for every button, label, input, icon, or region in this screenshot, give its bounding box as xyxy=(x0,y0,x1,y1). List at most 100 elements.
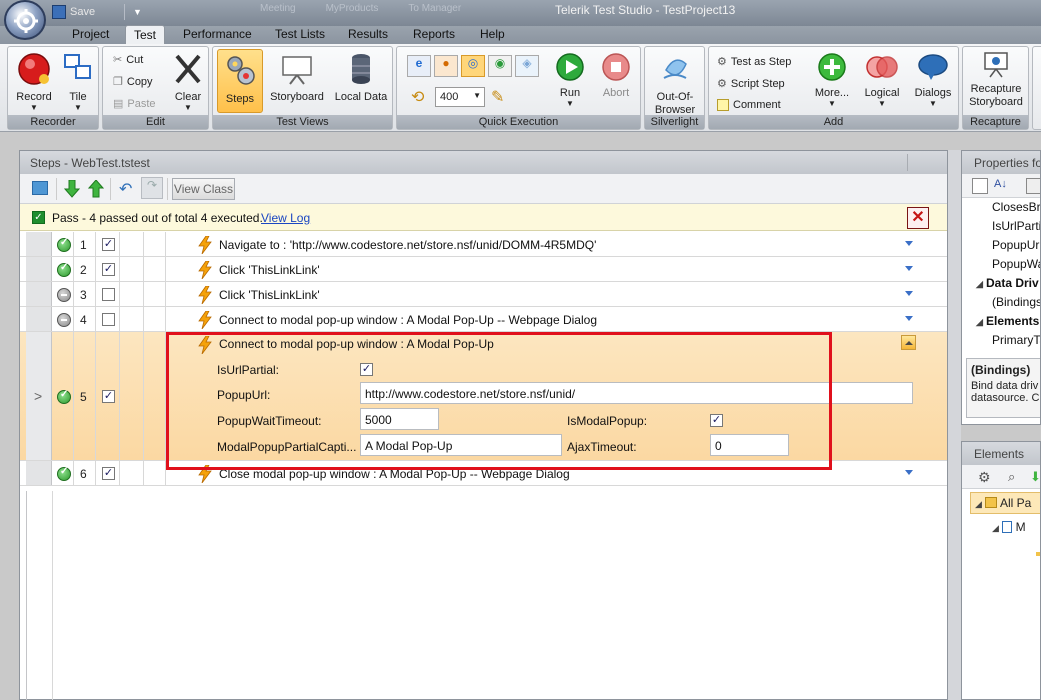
gear-icon[interactable]: ⚙ xyxy=(978,469,991,486)
tile-label: Tile xyxy=(69,91,87,103)
property-row[interactable]: ClosesBro xyxy=(962,198,1040,217)
property-row[interactable]: (Bindings xyxy=(962,293,1040,312)
tile-button[interactable]: Tile ▼ xyxy=(60,52,96,112)
step-row[interactable]: 4 Connect to modal pop-up window : A Mod… xyxy=(20,307,947,332)
move-down-icon[interactable] xyxy=(64,180,80,198)
silverlight-browser-icon[interactable]: ◈ xyxy=(515,55,539,77)
property-row[interactable]: PrimaryTa xyxy=(962,331,1040,350)
view-log-link[interactable]: View Log xyxy=(261,211,310,225)
step-enabled-checkbox[interactable] xyxy=(102,313,115,326)
step-enabled-checkbox[interactable]: ✓ xyxy=(102,263,115,276)
step-row-expanded[interactable]: > 5 ✓ Connect to modal pop-up window : A… xyxy=(20,332,947,461)
ie-browser-icon[interactable]: e xyxy=(407,55,431,77)
tree-node-all-pages[interactable]: ◢ All Pa xyxy=(970,492,1040,514)
step-row[interactable]: 2 ✓ Click 'ThisLinkLink' xyxy=(20,257,947,282)
steps-view-button[interactable]: Steps xyxy=(217,49,263,113)
step-row[interactable]: 3 Click 'ThisLinkLink' xyxy=(20,282,947,307)
step-number: 4 xyxy=(80,313,87,327)
quick-access-toolbar: Save ▼ xyxy=(52,2,142,22)
cut-button[interactable]: ✂ Cut xyxy=(113,53,143,67)
chrome-browser-icon[interactable]: ◉ xyxy=(488,55,512,77)
property-category[interactable]: ◢ Data Driv xyxy=(962,274,1040,293)
lightning-icon xyxy=(198,336,212,354)
silverlight-icon xyxy=(663,59,687,79)
step-enabled-checkbox[interactable]: ✓ xyxy=(102,390,115,403)
step-enabled-checkbox[interactable] xyxy=(102,288,115,301)
clear-button[interactable]: Clear ▼ xyxy=(171,52,205,112)
record-button[interactable]: Record ▼ xyxy=(13,52,55,112)
property-row[interactable]: IsUrlParti xyxy=(962,217,1040,236)
qat-dropdown-icon[interactable]: ▼ xyxy=(133,7,142,17)
abort-button[interactable]: Abort xyxy=(595,52,637,99)
search-icon[interactable]: ⌕ xyxy=(1008,469,1015,485)
app-menu-button[interactable] xyxy=(4,0,46,40)
chevron-down-icon[interactable] xyxy=(905,470,913,475)
tab-test[interactable]: Test xyxy=(125,25,166,45)
dialogs-button[interactable]: Dialogs ▼ xyxy=(909,52,957,108)
chevron-down-icon[interactable] xyxy=(905,291,913,296)
popup-url-input[interactable]: http://www.codestore.net/store.nsf/unid/ xyxy=(360,382,913,404)
step-enabled-checkbox[interactable]: ✓ xyxy=(102,467,115,480)
save-label[interactable]: Save xyxy=(70,6,116,18)
collapse-triangle-icon: ◢ xyxy=(975,499,982,509)
popup-wait-timeout-input[interactable]: 5000 xyxy=(360,408,439,430)
tab-performance[interactable]: Performance xyxy=(183,27,252,41)
paste-button[interactable]: ▤ Paste xyxy=(113,97,156,111)
highlight-icon[interactable]: ✎ xyxy=(491,87,504,107)
is-modal-popup-checkbox[interactable]: ✓ xyxy=(710,414,723,427)
step-row[interactable]: 1 ✓ Navigate to : 'http://www.codestore.… xyxy=(20,232,947,257)
ajax-timeout-input[interactable]: 0 xyxy=(710,434,789,456)
chevron-down-icon[interactable] xyxy=(905,316,913,321)
move-down-icon[interactable]: ⬇ xyxy=(1030,469,1040,485)
recapture-storyboard-label: Recapture Storyboard xyxy=(969,83,1023,108)
test-as-step-button[interactable]: ⚙ Test as Step xyxy=(717,55,792,69)
test-as-step-label: Test as Step xyxy=(730,55,792,68)
is-url-partial-checkbox[interactable]: ✓ xyxy=(360,363,373,376)
script-step-button[interactable]: ⚙ Script Step xyxy=(717,77,785,91)
steps-panel-title: Steps - WebTest.tstest xyxy=(30,156,150,170)
comment-button[interactable]: Comment xyxy=(717,99,781,111)
property-row[interactable]: PopupUr xyxy=(962,236,1040,255)
out-of-browser-button[interactable]: Out-Of-Browser xyxy=(647,52,703,117)
copy-steps-icon[interactable] xyxy=(32,181,48,195)
logical-button[interactable]: Logical ▼ xyxy=(859,52,905,108)
collapse-icon[interactable] xyxy=(901,335,916,350)
safari-browser-icon[interactable]: ◎ xyxy=(461,55,485,77)
steps-grid: 1 ✓ Navigate to : 'http://www.codestore.… xyxy=(20,232,947,486)
view-class-button[interactable]: View Class xyxy=(172,178,235,200)
undo-icon[interactable]: ↶ xyxy=(119,179,132,199)
run-button[interactable]: Run ▼ xyxy=(549,52,591,108)
lightning-icon xyxy=(198,465,212,483)
tree-node-page[interactable]: ◢ M xyxy=(992,520,1026,534)
more-button[interactable]: More... ▼ xyxy=(811,52,853,108)
property-pages-icon[interactable] xyxy=(1026,178,1040,194)
modal-popup-partial-caption-input[interactable]: A Modal Pop-Up xyxy=(360,434,562,456)
local-data-button[interactable]: Local Data xyxy=(331,52,391,103)
speed-select[interactable]: 400 ▼ xyxy=(435,87,485,107)
tab-results[interactable]: Results xyxy=(348,27,388,41)
sort-alpha-icon[interactable]: A↓ xyxy=(994,178,1007,190)
step-enabled-checkbox[interactable]: ✓ xyxy=(102,238,115,251)
chevron-down-icon[interactable] xyxy=(905,241,913,246)
property-row[interactable]: PopupWa xyxy=(962,255,1040,274)
tab-test-lists[interactable]: Test Lists xyxy=(275,27,325,41)
clear-x-icon xyxy=(175,54,201,84)
close-icon[interactable]: ✕ xyxy=(907,207,929,229)
tab-project[interactable]: Project xyxy=(72,27,109,41)
redo-icon[interactable]: ↷ xyxy=(141,177,163,199)
storyboard-button[interactable]: Storyboard xyxy=(267,52,327,103)
panel-splitter[interactable] xyxy=(948,150,961,700)
chevron-down-icon[interactable] xyxy=(905,266,913,271)
recapture-group: Recapture Storyboard Recapture xyxy=(962,46,1029,130)
step-row[interactable]: 6 ✓ Close modal pop-up window : A Modal … xyxy=(20,461,947,486)
save-icon[interactable] xyxy=(52,5,66,19)
categorized-icon[interactable] xyxy=(972,178,988,194)
move-up-icon[interactable] xyxy=(88,180,104,198)
firefox-browser-icon[interactable]: ● xyxy=(434,55,458,77)
recapture-storyboard-button[interactable]: Recapture Storyboard xyxy=(965,50,1027,109)
local-data-label: Local Data xyxy=(334,91,388,103)
copy-button[interactable]: ❐ Copy xyxy=(113,75,153,89)
tab-reports[interactable]: Reports xyxy=(413,27,455,41)
property-category[interactable]: ◢ Elements xyxy=(962,312,1040,331)
tab-help[interactable]: Help xyxy=(480,27,505,41)
